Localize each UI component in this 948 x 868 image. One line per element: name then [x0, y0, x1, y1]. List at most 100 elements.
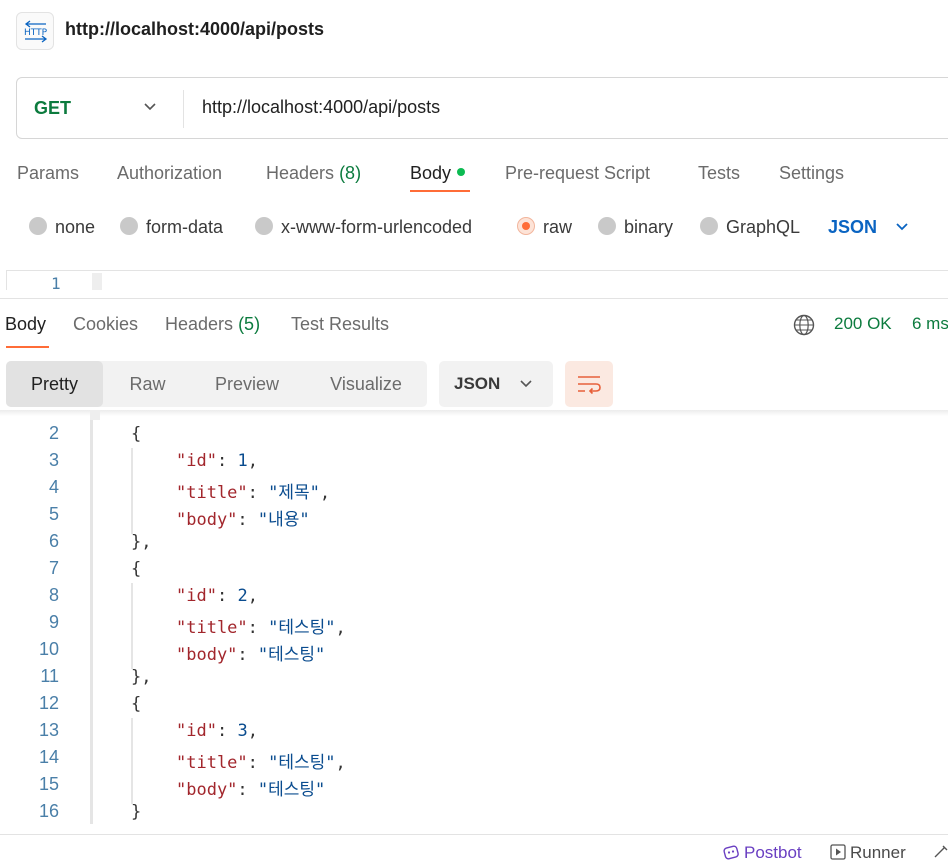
- json-punctuation: :: [237, 780, 258, 800]
- postbot-button[interactable]: Postbot: [722, 843, 802, 863]
- code-line: 16}: [0, 801, 948, 824]
- tab-label: Headers: [266, 163, 335, 183]
- json-punctuation: }: [131, 802, 142, 822]
- radio-icon: [598, 217, 616, 236]
- json-key: "id": [176, 721, 217, 741]
- runner-button[interactable]: Runner: [830, 843, 906, 863]
- radio-binary[interactable]: binary: [598, 217, 673, 238]
- postbot-icon: [723, 844, 739, 860]
- status-code[interactable]: 200 OK: [834, 314, 892, 334]
- line-number: 13: [38, 720, 59, 740]
- chevron-down-icon[interactable]: [143, 100, 157, 114]
- line-number: 8: [48, 585, 59, 605]
- code-text: "body": "내용": [176, 505, 310, 530]
- json-string: "내용": [257, 510, 310, 530]
- code-text: "title": "테스팅",: [176, 748, 346, 773]
- url-input[interactable]: http://localhost:4000/api/posts: [202, 97, 440, 118]
- json-punctuation: {: [131, 424, 142, 444]
- view-visualize-button[interactable]: Visualize: [316, 361, 416, 407]
- view-pretty-button[interactable]: Pretty: [6, 361, 103, 407]
- tab-settings[interactable]: Settings: [779, 163, 844, 184]
- code-line: 4 "title": "제목",: [0, 477, 948, 504]
- json-key: "title": [176, 618, 248, 638]
- line-number: 3: [48, 450, 59, 470]
- json-punctuation: ,: [247, 586, 258, 606]
- radio-none[interactable]: none: [29, 217, 95, 238]
- json-string: "제목": [268, 483, 320, 503]
- json-key: "body": [176, 645, 238, 665]
- radio-form-data[interactable]: form-data: [120, 217, 223, 238]
- indent-guide: [131, 718, 133, 804]
- globe-icon[interactable]: [793, 314, 815, 336]
- fold-marker-icon: [92, 273, 102, 290]
- radio-label: x-www-form-urlencoded: [281, 217, 473, 237]
- json-punctuation: :: [247, 483, 269, 503]
- code-text: {: [131, 694, 141, 714]
- code-line: 14 "title": "테스팅",: [0, 747, 948, 774]
- divider: [183, 90, 184, 128]
- request-title-bar: HTTP http://localhost:4000/api/posts: [0, 0, 948, 62]
- code-text: "title": "테스팅",: [176, 613, 346, 638]
- code-text: }: [131, 802, 141, 822]
- request-title[interactable]: http://localhost:4000/api/posts: [65, 19, 324, 40]
- line-number: 5: [48, 504, 59, 524]
- tab-authorization[interactable]: Authorization: [117, 163, 222, 184]
- view-preview-button[interactable]: Preview: [202, 361, 292, 407]
- method-select[interactable]: GET: [34, 98, 71, 119]
- code-text: "body": "테스팅": [176, 640, 325, 665]
- json-key: "body": [176, 780, 238, 800]
- tab-headers[interactable]: Headers (8): [266, 163, 361, 184]
- code-line: 5 "body": "내용": [0, 504, 948, 531]
- request-tabs: Params Authorization Headers (8) Body Pr…: [0, 160, 948, 192]
- radio-raw[interactable]: raw: [517, 217, 572, 238]
- radio-x-www-form-urlencoded[interactable]: x-www-form-urlencoded: [255, 217, 472, 238]
- more-tools-icon[interactable]: [933, 843, 948, 861]
- line-number: 2: [48, 423, 59, 443]
- line-number: 15: [38, 774, 59, 794]
- json-punctuation: },: [131, 667, 152, 687]
- line-number: 10: [38, 639, 59, 659]
- json-key: "id": [176, 586, 217, 606]
- json-punctuation: :: [237, 510, 258, 530]
- json-key: "title": [176, 483, 248, 503]
- tab-pre-request-script[interactable]: Pre-request Script: [505, 163, 650, 184]
- json-punctuation: ,: [335, 618, 346, 638]
- json-punctuation: ,: [319, 483, 331, 503]
- view-raw-button[interactable]: Raw: [110, 361, 185, 407]
- response-time[interactable]: 6 ms: [912, 314, 948, 334]
- code-line: 12 {: [0, 693, 948, 720]
- code-line: 6},: [0, 531, 948, 558]
- tab-cookies[interactable]: Cookies: [73, 314, 138, 335]
- response-format-select[interactable]: JSON: [439, 361, 553, 407]
- chevron-down-icon[interactable]: [895, 220, 909, 234]
- active-tab-indicator: [410, 190, 470, 192]
- json-punctuation: ,: [335, 753, 346, 773]
- postman-request-window: HTTP http://localhost:4000/api/posts GET…: [0, 0, 948, 868]
- tab-label: Pre-request Script: [505, 163, 651, 183]
- code-line: 15 "body": "테스팅": [0, 774, 948, 801]
- request-body-editor[interactable]: 1: [6, 270, 948, 290]
- postbot-label: Postbot: [744, 843, 802, 862]
- divider: [0, 298, 948, 299]
- line-number: 7: [48, 558, 59, 578]
- response-body-code[interactable]: 2 {3 "id": 1, 4 "title": "제목", 5 "body": "내용" 6…: [0, 410, 948, 824]
- code-line: 7{: [0, 558, 948, 585]
- tab-body[interactable]: Body: [410, 163, 466, 184]
- code-line: 3 "id": 1,: [0, 450, 948, 477]
- wrap-lines-button[interactable]: [565, 361, 613, 407]
- radio-icon: [29, 217, 47, 236]
- tab-test-results[interactable]: Test Results: [291, 314, 389, 335]
- code-text: },: [131, 532, 151, 552]
- radio-label: binary: [624, 217, 674, 237]
- json-string: "테스팅": [268, 618, 336, 638]
- tab-params[interactable]: Params: [17, 163, 79, 184]
- json-key: "title": [176, 753, 248, 773]
- body-format-select[interactable]: JSON: [828, 217, 877, 238]
- tab-response-headers[interactable]: Headers (5): [165, 314, 260, 335]
- code-text: {: [131, 559, 141, 579]
- tab-response-body[interactable]: Body: [5, 314, 46, 335]
- code-text: "id": 3,: [176, 721, 258, 741]
- radio-graphql[interactable]: GraphQL: [700, 217, 800, 238]
- json-punctuation: },: [131, 532, 152, 552]
- tab-tests[interactable]: Tests: [698, 163, 740, 184]
